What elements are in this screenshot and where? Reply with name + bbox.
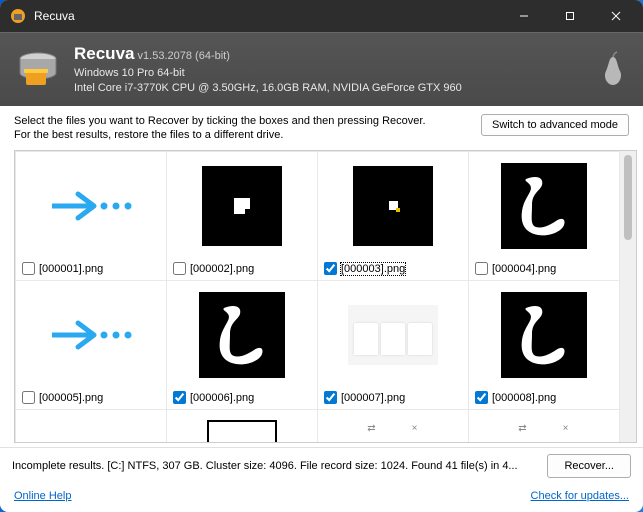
- app-version: v1.53.2078 (64-bit): [138, 50, 230, 62]
- file-thumbnail: [16, 152, 166, 259]
- footer-bar: Incomplete results. [C:] NTFS, 307 GB. C…: [0, 447, 643, 484]
- close-button[interactable]: [593, 0, 639, 32]
- file-checkbox[interactable]: [173, 262, 186, 275]
- arrow-dots-icon: [46, 176, 136, 236]
- file-thumbnail: [469, 281, 619, 388]
- bw-square-icon: [202, 166, 282, 246]
- titlebar: Recuva: [0, 0, 643, 32]
- recover-button[interactable]: Recover...: [547, 454, 631, 478]
- pear-icon: [599, 51, 627, 87]
- header: Recuva v1.53.2078 (64-bit) Windows 10 Pr…: [0, 32, 643, 106]
- symbols-icon: ⇄×+: [501, 416, 587, 442]
- file-checkbox[interactable]: [324, 391, 337, 404]
- window-title: Recuva: [34, 9, 501, 23]
- file-name: [000008].png: [492, 392, 556, 404]
- gothic-l-icon: [501, 163, 587, 249]
- file-name: [000007].png: [341, 392, 405, 404]
- file-name: [000003].png: [341, 263, 405, 275]
- app-window: Recuva Recuva v1.53.2078 (64-bit) Window…: [0, 0, 643, 512]
- file-name: [000006].png: [190, 392, 254, 404]
- links-bar: Online Help Check for updates...: [0, 484, 643, 512]
- file-checkbox[interactable]: [22, 391, 35, 404]
- cards-icon: [348, 305, 438, 365]
- file-checkbox[interactable]: [475, 391, 488, 404]
- file-name: [000001].png: [39, 263, 103, 275]
- file-cell[interactable]: [000001].png: [16, 152, 166, 280]
- file-thumbnail: [469, 152, 619, 259]
- file-name: [000002].png: [190, 263, 254, 275]
- os-info: Windows 10 Pro 64-bit: [74, 67, 185, 79]
- file-thumbnail: [318, 281, 468, 388]
- file-cell[interactable]: ⇄×+: [469, 410, 619, 442]
- file-thumbnail: [167, 152, 317, 259]
- file-thumbnail: [16, 281, 166, 388]
- blank-icon: [61, 420, 121, 442]
- file-cell[interactable]: [000002].png: [167, 152, 317, 280]
- file-cell[interactable]: [16, 410, 166, 442]
- instructions-row: Select the files you want to Recover by …: [0, 106, 643, 149]
- file-cell[interactable]: [000008].png: [469, 281, 619, 409]
- file-cell[interactable]: [000006].png: [167, 281, 317, 409]
- file-name: [000004].png: [492, 263, 556, 275]
- file-cell[interactable]: [000003].png: [318, 152, 468, 280]
- file-name: [000005].png: [39, 392, 103, 404]
- file-cell[interactable]: [000005].png: [16, 281, 166, 409]
- file-checkbox[interactable]: [22, 262, 35, 275]
- hw-info: Intel Core i7-3770K CPU @ 3.50GHz, 16.0G…: [74, 82, 462, 94]
- app-icon: [10, 8, 26, 24]
- file-checkbox[interactable]: [475, 262, 488, 275]
- app-name: Recuva: [74, 44, 134, 63]
- file-cell[interactable]: [000007].png: [318, 281, 468, 409]
- file-thumbnail: ⇄×: [318, 410, 468, 442]
- online-help-link[interactable]: Online Help: [14, 490, 71, 502]
- file-checkbox[interactable]: [173, 391, 186, 404]
- instruction-line2: For the best results, restore the files …: [14, 129, 283, 141]
- app-logo-icon: [16, 47, 60, 91]
- file-checkbox[interactable]: [324, 262, 337, 275]
- file-thumbnail: [167, 410, 317, 442]
- file-grid: [000001].png [000002].png [000003].png [000…: [15, 151, 620, 442]
- file-thumbnail: [16, 410, 166, 442]
- minimize-button[interactable]: [501, 0, 547, 32]
- gothic-l-icon: [199, 292, 285, 378]
- advanced-mode-button[interactable]: Switch to advanced mode: [481, 114, 629, 136]
- vertical-scrollbar[interactable]: [620, 151, 636, 442]
- bw-square-small-icon: [353, 166, 433, 246]
- symbols-icon: ⇄×: [350, 416, 436, 442]
- results-panel: [000001].png [000002].png [000003].png [000…: [14, 150, 637, 443]
- file-cell[interactable]: [167, 410, 317, 442]
- file-thumbnail: [318, 152, 468, 259]
- status-text: Incomplete results. [C:] NTFS, 307 GB. C…: [12, 460, 537, 472]
- file-thumbnail: ⇄×+: [469, 410, 619, 442]
- partial-icon: [207, 420, 277, 442]
- file-cell[interactable]: ⇄×: [318, 410, 468, 442]
- maximize-button[interactable]: [547, 0, 593, 32]
- file-cell[interactable]: [000004].png: [469, 152, 619, 280]
- file-thumbnail: [167, 281, 317, 388]
- check-updates-link[interactable]: Check for updates...: [531, 490, 629, 502]
- arrow-dots-icon: [46, 305, 136, 365]
- instruction-line1: Select the files you want to Recover by …: [14, 115, 426, 127]
- gothic-l-icon: [501, 292, 587, 378]
